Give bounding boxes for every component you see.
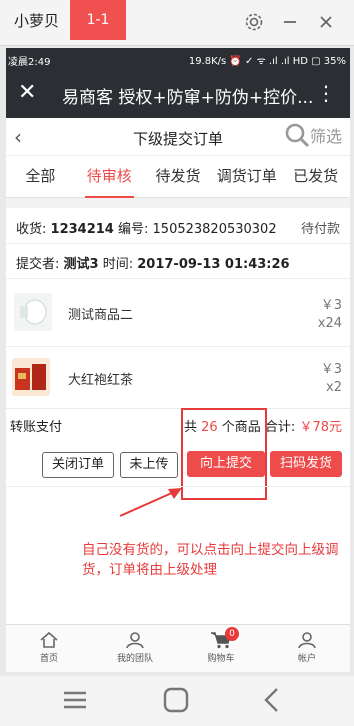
item-name: 测试商品二 [68, 308, 134, 323]
divider [6, 408, 350, 409]
cart-badge: 0 [225, 627, 239, 641]
item-quantity: x24 [317, 316, 342, 331]
nav-team[interactable]: 我的团队 [92, 625, 178, 672]
nav-team-label: 我的团队 [116, 654, 153, 664]
product-image [12, 358, 50, 396]
scan-ship-button[interactable]: 扫码发货 [270, 451, 342, 477]
nav-home-label: 首页 [39, 654, 58, 664]
product-image [14, 293, 52, 331]
tab-pending-ship[interactable]: 待发货 [144, 156, 213, 197]
time-label: 时间: [102, 257, 134, 272]
page-nav: ‹ 下级提交订单 筛选 [6, 118, 350, 156]
status-bar: 凌晨2:49 19.8K/s ⏰ ✓ ᯤ .ıl .ıl HD ▢ 35% [6, 48, 350, 70]
account-icon [298, 632, 316, 649]
item-price: ￥3 [320, 298, 342, 313]
divider [6, 278, 350, 279]
tab-transfer-orders[interactable]: 调货订单 [212, 156, 281, 197]
order-receiver-row: 收货: 1234214 编号: 150523820530302 [16, 218, 277, 237]
receiver-value: 1234214 [50, 222, 114, 237]
more-options-icon[interactable]: ⋮ [316, 80, 336, 106]
emulator-title-bar: 小萝贝 1-1 [0, 0, 354, 46]
filter-button[interactable]: 筛选 [284, 122, 342, 148]
nav-cart-label: 购物车 [207, 654, 235, 664]
time-value: 2017-09-13 01:43:26 [137, 257, 290, 272]
submitter-value: 测试3 [63, 257, 99, 272]
minimize-icon[interactable] [280, 12, 300, 32]
bottom-nav: 首页 我的团队 0 购物车 帐户 [6, 624, 350, 672]
close-icon[interactable]: ✕ [18, 80, 36, 106]
home-icon [40, 631, 58, 648]
not-uploaded-button[interactable]: 未上传 [120, 452, 178, 478]
payment-status: 待付款 [300, 222, 340, 237]
item-price: ￥3 [320, 362, 342, 377]
tab-shipped[interactable]: 已发货 [281, 156, 350, 197]
order-number-label: 编号: [118, 222, 149, 237]
submitter-label: 提交者: [16, 257, 60, 272]
settings-icon[interactable] [244, 12, 264, 32]
item-quantity: x2 [326, 380, 342, 395]
divider [6, 243, 350, 244]
app-header: ✕ 易商客 授权+防窜+防伪+控价... ⋮ [6, 70, 350, 118]
payment-method: 转账支付 [10, 420, 63, 435]
search-icon [285, 123, 310, 148]
nav-cart[interactable]: 0 购物车 [178, 625, 264, 672]
filter-label: 筛选 [309, 127, 342, 146]
nav-account-label: 帐户 [297, 654, 316, 664]
home-button-icon[interactable] [162, 686, 190, 714]
back-button-icon[interactable] [262, 686, 280, 714]
summary-total: ￥78元 [299, 420, 342, 435]
tab-pending-review[interactable]: 待审核 [75, 156, 144, 198]
emulator-tab[interactable]: 1-1 [70, 0, 126, 40]
tab-all[interactable]: 全部 [6, 156, 75, 197]
annotation-text: 自己没有货的，可以点击向上提交向上级调货，订单将由上级处理 [82, 542, 339, 578]
emulator-title: 小萝贝 [14, 12, 60, 30]
close-order-button[interactable]: 关闭订单 [42, 452, 114, 478]
team-icon [126, 632, 144, 649]
status-time: 凌晨2:49 [8, 57, 51, 68]
receiver-label: 收货: [16, 222, 47, 237]
order-status-tabs: 全部 待审核 待发货 调货订单 已发货 [6, 156, 350, 198]
annotation-arrow [119, 488, 182, 517]
order-number-value: 150523820530302 [152, 222, 277, 237]
divider [6, 346, 350, 347]
order-submitter-row: 提交者: 测试3 时间: 2017-09-13 01:43:26 [16, 253, 290, 272]
nav-home[interactable]: 首页 [6, 625, 92, 672]
app-title: 易商客 授权+防窜+防伪+控价... [62, 88, 312, 108]
close-window-icon[interactable] [316, 12, 336, 32]
menu-icon[interactable] [62, 688, 88, 712]
item-name: 大红袍红茶 [68, 373, 134, 388]
section-gap [6, 198, 350, 208]
emulator-navigation-bar [0, 676, 354, 726]
nav-account[interactable]: 帐户 [264, 625, 350, 672]
status-indicators: 19.8K/s ⏰ ✓ ᯤ .ıl .ıl HD ▢ 35% [188, 56, 346, 67]
